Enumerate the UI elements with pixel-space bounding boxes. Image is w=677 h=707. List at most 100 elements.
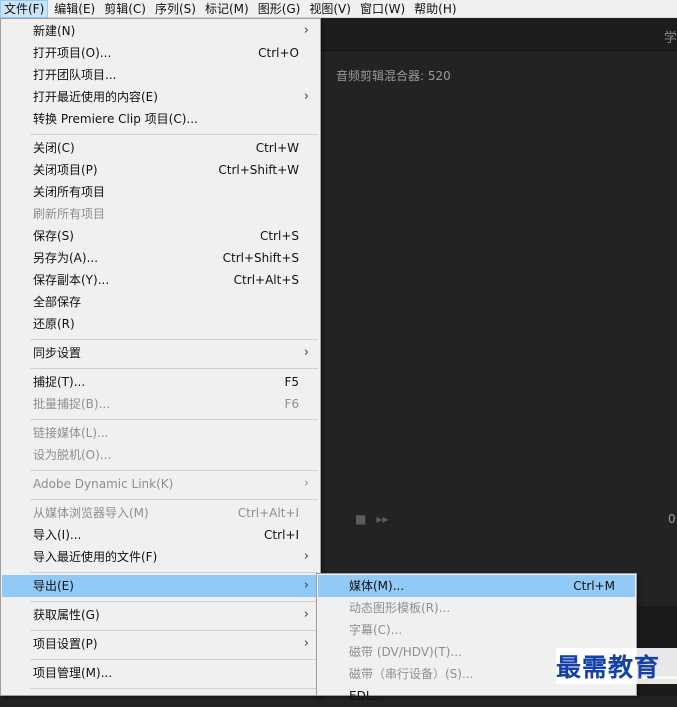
menu-separator [30,368,318,369]
menu-item-export-media[interactable]: 媒体(M)... Ctrl+M [318,575,635,597]
transport-controls: ■ ▸▸ [355,512,388,526]
menu-item-open-project[interactable]: 打开项目(O)... Ctrl+O [2,42,319,64]
menu-separator [30,630,318,631]
menu-item-label: 刷新所有项目 [33,207,106,221]
menu-item-label: 关闭(C) [33,141,75,155]
menu-separator [30,688,318,689]
menu-item-label: 另存为(A)... [33,251,99,265]
menu-item-label: 设为脱机(O)... [33,448,112,462]
menu-item-label: EDL... [349,689,384,703]
menu-item-shortcut: Ctrl+Shift+S [222,251,299,265]
menu-item-label: 转换 Premiere Clip 项目(C)... [33,112,198,126]
menu-item-revert[interactable]: 还原(R) [2,313,319,335]
submenu-arrow-icon: › [303,607,309,622]
menu-item-import-recent[interactable]: 导入最近使用的文件(F) › [2,546,319,568]
menu-item-label: 获取属性(G) [33,608,100,622]
panel-tab-bar: 学 [320,19,677,51]
submenu-arrow-icon: › [303,636,309,651]
menubar: 文件(F) 编辑(E) 剪辑(C) 序列(S) 标记(M) 图形(G) 视图(V… [0,0,677,18]
menu-item-shortcut: Ctrl+M [573,579,615,593]
menu-item-label: 导入(I)... [33,528,82,542]
menu-item-label: 打开项目(O)... [33,46,112,60]
stop-icon[interactable]: ■ [355,512,366,526]
menu-file[interactable]: 文件(F) [0,0,49,18]
menu-clip[interactable]: 剪辑(C) [101,0,149,18]
menu-item-label: 链接媒体(L)... [33,426,109,440]
watermark-logo: 最需教育 [556,648,677,684]
menu-item-shortcut: F5 [284,375,299,389]
panel-tab-label[interactable]: 学 [664,27,677,46]
menu-separator [30,601,318,602]
menu-item-label: 保存副本(Y)... [33,273,110,287]
menu-item-new[interactable]: 新建(N) › [2,20,319,42]
fast-forward-icon[interactable]: ▸▸ [376,512,388,526]
menu-item-export-motion-graphics-template: 动态图形模板(R)... [318,597,635,619]
menu-help[interactable]: 帮助(H) [411,0,459,18]
menu-separator [30,134,318,135]
menu-separator [30,339,318,340]
menu-item-label: 磁带 (DV/HDV)(T)... [349,645,462,659]
menu-item-save-all[interactable]: 全部保存 [2,291,319,313]
menu-item-label: 新建(N) [33,24,76,38]
submenu-arrow-icon: › [303,578,309,593]
menu-graphics[interactable]: 图形(G) [255,0,304,18]
menu-item-label: 全部保存 [33,295,82,309]
menu-separator [30,499,318,500]
menu-separator [30,470,318,471]
menu-sequence[interactable]: 序列(S) [152,0,199,18]
menu-item-shortcut: Ctrl+Alt+S [233,273,299,287]
menu-item-shortcut: Ctrl+O [258,46,299,60]
menu-item-project-settings[interactable]: 项目设置(P) › [2,633,319,655]
menu-item-label: 打开团队项目... [33,68,117,82]
menu-item-label: 关闭所有项目 [33,185,106,199]
menu-item-refresh-all-projects: 刷新所有项目 [2,203,319,225]
menu-separator [30,419,318,420]
menu-item-label: 项目管理(M)... [33,666,113,680]
menu-item-project-manager[interactable]: 项目管理(M)... [2,662,319,684]
watermark-text: 最需教育 [556,653,661,682]
menu-item-close[interactable]: 关闭(C) Ctrl+W [2,137,319,159]
menu-separator [30,659,318,660]
menu-item-capture[interactable]: 捕捉(T)... F5 [2,371,319,393]
menu-item-label: 还原(R) [33,317,75,331]
submenu-arrow-icon: › [303,549,309,564]
menu-item-import-from-browser: 从媒体浏览器导入(M) Ctrl+Alt+I [2,502,319,524]
menu-window[interactable]: 窗口(W) [357,0,408,18]
menu-item-label: 捕捉(T)... [33,375,86,389]
submenu-arrow-icon: › [303,476,309,491]
menu-item-label: 导出(E) [33,579,74,593]
menu-item-label: 媒体(M)... [349,579,405,593]
menu-item-label: 磁带（串行设备）(S)... [349,667,474,681]
menu-markers[interactable]: 标记(M) [202,0,252,18]
menu-item-batch-capture: 批量捕捉(B)... F6 [2,393,319,415]
menu-item-import[interactable]: 导入(I)... Ctrl+I [2,524,319,546]
menu-item-save-as[interactable]: 另存为(A)... Ctrl+Shift+S [2,247,319,269]
menu-item-get-properties[interactable]: 获取属性(G) › [2,604,319,626]
menu-item-save[interactable]: 保存(S) Ctrl+S [2,225,319,247]
timecode-fragment: 0 [668,512,676,526]
menu-item-label: 批量捕捉(B)... [33,397,111,411]
menu-item-label: 动态图形模板(R)... [349,601,451,615]
menu-item-export-edl[interactable]: EDL... [318,685,635,707]
menu-item-label: 保存(S) [33,229,74,243]
menu-item-close-all-projects[interactable]: 关闭所有项目 [2,181,319,203]
menu-separator [30,572,318,573]
menu-item-dynamic-link: Adobe Dynamic Link(K) › [2,473,319,495]
menu-item-shortcut: Ctrl+Shift+W [218,163,299,177]
menu-item-sync-settings[interactable]: 同步设置 › [2,342,319,364]
menu-item-shortcut: F6 [284,397,299,411]
audio-clip-mixer-title: 音频剪辑混合器: 520 [336,69,451,83]
menu-edit[interactable]: 编辑(E) [51,0,98,18]
menu-item-save-copy[interactable]: 保存副本(Y)... Ctrl+Alt+S [2,269,319,291]
menu-view[interactable]: 视图(V) [306,0,354,18]
menu-item-open-recent[interactable]: 打开最近使用的内容(E) › [2,86,319,108]
menu-item-label: 项目设置(P) [33,637,98,651]
menu-item-convert-clip[interactable]: 转换 Premiere Clip 项目(C)... [2,108,319,130]
menu-item-open-team-project[interactable]: 打开团队项目... [2,64,319,86]
menu-item-shortcut: Ctrl+Alt+I [237,506,299,520]
menu-item-export[interactable]: 导出(E) › [2,575,319,597]
menu-item-close-project[interactable]: 关闭项目(P) Ctrl+Shift+W [2,159,319,181]
menu-item-label: 关闭项目(P) [33,163,98,177]
submenu-arrow-icon: › [303,345,309,360]
file-menu: 新建(N) › 打开项目(O)... Ctrl+O 打开团队项目... 打开最近… [0,18,321,696]
